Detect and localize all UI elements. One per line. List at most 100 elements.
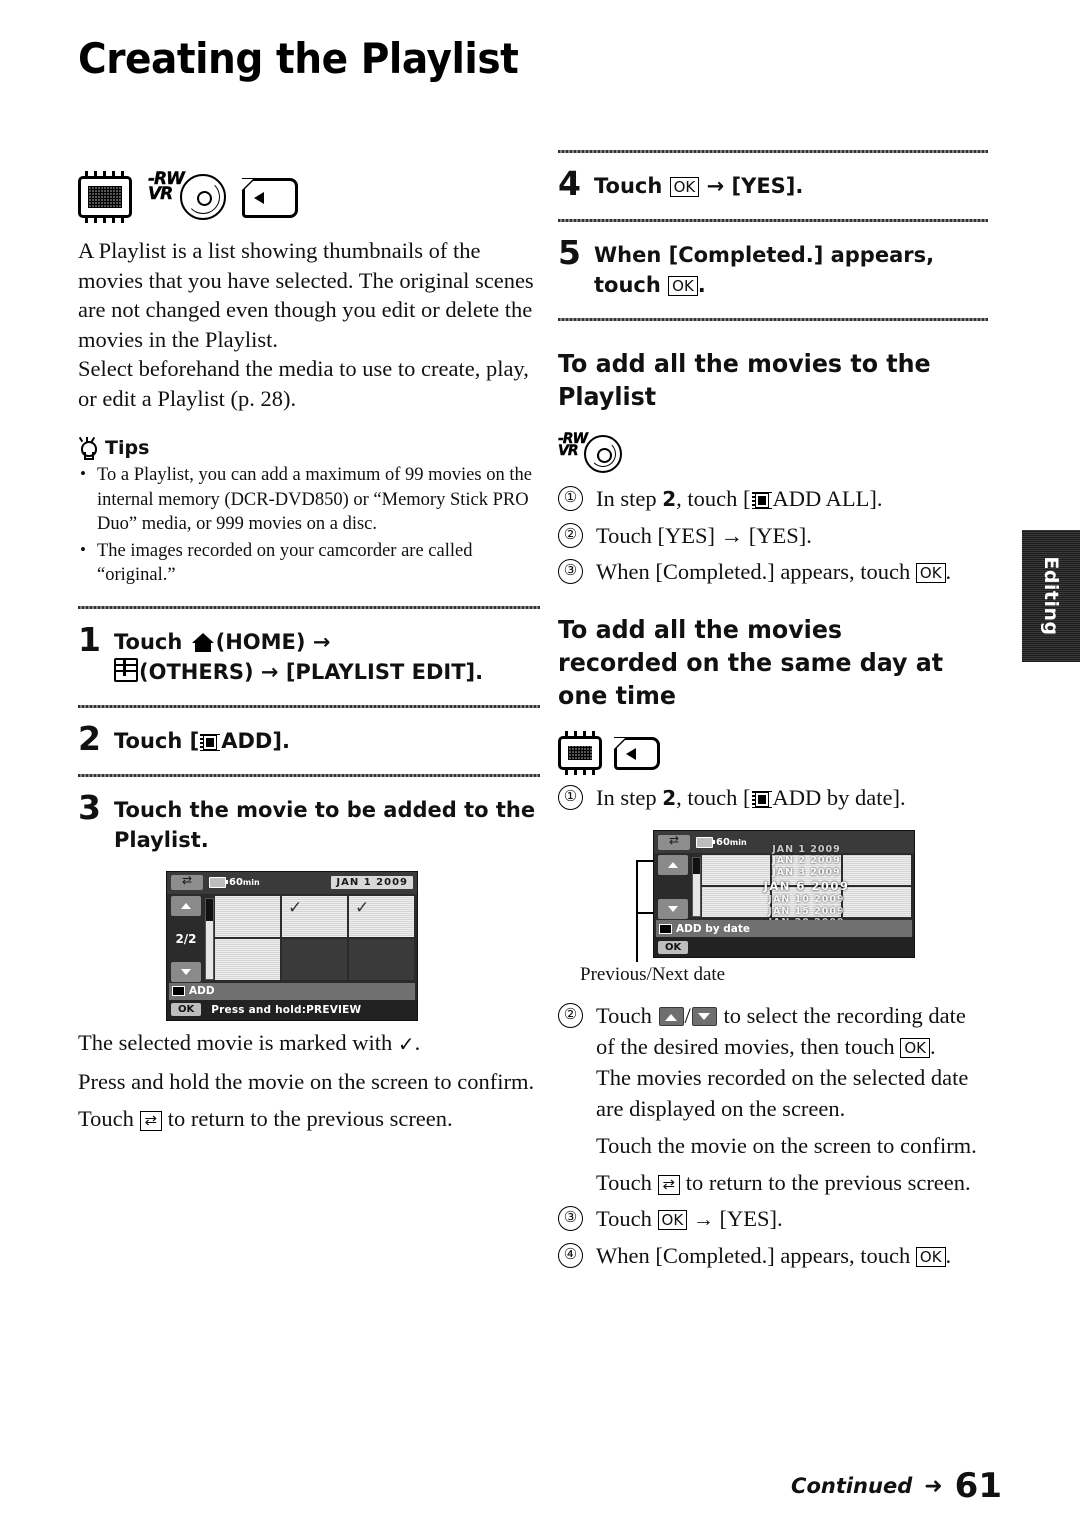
heading-add-by-date: To add all the movies recorded on the sa… (558, 615, 944, 710)
battery-icon (209, 877, 228, 888)
return-icon: ⇄ (657, 1175, 681, 1195)
step-2-number: 2 (78, 718, 101, 758)
previous-date-button[interactable] (658, 855, 688, 875)
date-entry[interactable]: JAN 2 2009 (772, 855, 841, 867)
tips-heading: Tips (78, 436, 540, 460)
date-entry-selected[interactable]: JAN 6 2009 (764, 878, 850, 894)
item-suffix: [YES]. (719, 1206, 783, 1231)
step-1-number: 1 (78, 619, 101, 659)
checkmark-icon: ✓ (397, 1031, 415, 1056)
battery-icon (696, 836, 715, 848)
tip-item: The images recorded on your camcorder ar… (78, 538, 540, 588)
list-item: ④ When [Completed.] appears, touch OK. (558, 1240, 988, 1271)
callout-leader-line (636, 912, 654, 914)
lcd-add-bar: ADD by date (656, 920, 912, 937)
lcd-date-display: JAN 1 2009 (331, 876, 413, 889)
list-add-all: ① In step 2, touch [ADD ALL]. ② Touch [YES… (558, 483, 988, 587)
step-3: 3 Touch the movie to be added to the Pla… (78, 791, 540, 855)
list-item: ③ When [Completed.] appears, touch OK. (558, 556, 988, 587)
intro-paragraph-2: Select beforehand the media to use to cr… (78, 356, 529, 411)
section-divider (78, 605, 540, 609)
step-4-number: 4 (558, 164, 581, 203)
return-icon: ⇄ (139, 1110, 163, 1131)
lcd-ok-button[interactable]: OK (171, 1003, 202, 1016)
section-divider (558, 219, 988, 222)
internal-memory-icon (558, 731, 602, 775)
thumbnail-cell[interactable] (215, 895, 280, 937)
lcd-back-icon[interactable] (171, 873, 203, 890)
page-footer: Continued ➜ 61 (791, 1466, 1002, 1506)
thumbnail-cell[interactable] (215, 938, 280, 980)
home-icon (191, 632, 214, 652)
scroll-down-button[interactable] (171, 961, 201, 982)
lcd-scrollbar[interactable] (692, 857, 701, 917)
intro-paragraph-1: A Playlist is a list showing thumbnails … (78, 238, 534, 352)
media-icon-row-add-by-date (558, 726, 988, 775)
item-suffix: . (929, 1034, 936, 1059)
next-date-button[interactable] (658, 899, 688, 919)
date-entry[interactable]: JAN 1 2009 (772, 844, 841, 856)
scroll-up-button[interactable] (171, 895, 201, 916)
ok-key-icon: OK (657, 1210, 688, 1230)
arrow-glyph: → (706, 174, 725, 198)
date-entry[interactable]: JAN 10 2009 (768, 894, 844, 906)
step-5-text: When [Completed.] appears, touch OK. (594, 236, 988, 300)
memory-stick-icon (614, 737, 660, 770)
lcd-page-indicator: 2/2 (175, 931, 197, 946)
page-title: Creating the Playlist (78, 34, 519, 83)
item2-para3-prefix: Touch (596, 1170, 652, 1195)
list-item: ② Touch / to select the recording date of… (558, 1000, 988, 1198)
lcd-bottom-bar: OK (654, 937, 914, 957)
lcd-ok-button[interactable]: OK (658, 940, 689, 954)
thumbnail-cell[interactable]: ✓ (282, 895, 347, 937)
figure-add-by-date-screen: 60min JAN 1 2009 JAN 2 2009 JAN 3 2009 (558, 830, 988, 986)
lcd-scrollbar[interactable] (205, 897, 214, 980)
item-prefix: When [Completed.] appears, touch (596, 1243, 911, 1268)
date-entry[interactable]: JAN 3 2009 (772, 867, 841, 879)
item-bold-step: 2 (662, 786, 677, 810)
arrow-right-icon: ➜ (924, 1473, 943, 1498)
media-icon-row-top: -RW VR (78, 160, 540, 223)
lcd-mock-screen: 60min JAN 1 2009 JAN 2 2009 JAN 3 2009 (653, 830, 915, 958)
film-icon (659, 923, 672, 934)
battery-indicator: 60min (209, 877, 260, 888)
scrollbar-thumb[interactable] (693, 858, 700, 875)
thumbnail-cell[interactable]: ✓ (349, 895, 414, 937)
section-divider (78, 773, 540, 777)
item2-para3: Touch ⇄ to return to the previous screen… (596, 1167, 988, 1198)
list-number: ② (558, 1003, 583, 1028)
dvd-rw-vr-disc-icon: -RW VR (558, 432, 622, 473)
date-entry[interactable]: JAN 15 2009 (768, 906, 844, 918)
page-number: 61 (954, 1466, 1002, 1506)
item2-para3-suffix: to return to the previous screen. (685, 1170, 971, 1195)
scrollbar-thumb[interactable] (206, 898, 213, 921)
step-5-number: 5 (558, 233, 581, 272)
after-step3-line1: The selected movie is marked with ✓. (78, 1027, 540, 1060)
lcd-add-label: ADD by date (676, 922, 750, 935)
lcd-date-list: JAN 1 2009 JAN 2 2009 JAN 3 2009 JAN 6 2… (702, 844, 911, 929)
lcd-back-icon[interactable] (658, 833, 690, 850)
after-step3-line3-suffix: to return to the previous screen. (167, 1105, 453, 1131)
list-item: ① In step 2, touch [ADD by date]. (558, 782, 988, 814)
step-3-number: 3 (78, 787, 101, 827)
section-divider (78, 704, 540, 708)
lcd-side-controls: 2/2 (169, 895, 203, 982)
step-2-text: Touch [ADD]. (114, 722, 290, 756)
step-1-target: [PLAYLIST EDIT]. (285, 659, 484, 684)
list-number: ④ (558, 1243, 583, 1268)
ok-key-icon: OK (669, 177, 700, 197)
lcd-top-bar: 60min JAN 1 2009 (167, 871, 417, 894)
tip-item: To a Playlist, you can add a maximum of … (78, 462, 540, 537)
list-item: ② Touch [YES] → [YES]. (558, 520, 988, 551)
memory-stick-icon (242, 178, 298, 218)
after-step3-line3: Touch ⇄ to return to the previous screen… (78, 1103, 540, 1134)
step-1-home-label: (HOME) (215, 629, 306, 654)
item-suffix: ADD by date]. (772, 785, 906, 810)
step-5: 5 When [Completed.] appears, touch OK. (558, 236, 988, 300)
after-step3-line1-prefix: The selected movie is marked with (78, 1029, 393, 1055)
lcd-add-bar: ADD (169, 982, 415, 1000)
after-step3-line3-prefix: Touch (78, 1105, 134, 1131)
checkmark-icon: ✓ (355, 897, 370, 918)
down-arrow-icon (691, 1007, 717, 1026)
film-icon (172, 986, 185, 996)
